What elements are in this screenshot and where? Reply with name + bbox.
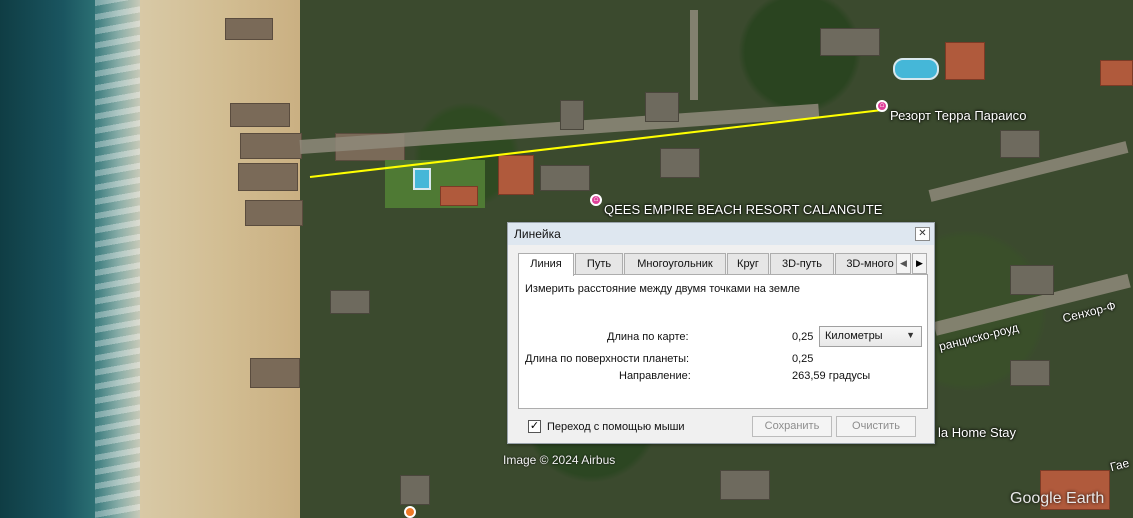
unit-select-value: Километры: [825, 330, 883, 342]
tab-circle[interactable]: Круг: [727, 253, 769, 275]
tab-line[interactable]: Линия: [518, 253, 574, 276]
tab-scroll: ◀ ▶: [896, 253, 928, 274]
clear-button[interactable]: Очистить: [836, 416, 916, 437]
ground-length-label: Длина по поверхности планеты:: [525, 353, 690, 365]
dialog-titlebar[interactable]: Линейка ✕: [508, 223, 934, 245]
imagery-copyright: Image © 2024 Airbus: [503, 453, 616, 467]
line-tab-panel: Измерить расстояние между двумя точками …: [518, 274, 928, 409]
place-label-qees-empire[interactable]: QEES EMPIRE BEACH RESORT CALANGUTE: [604, 202, 882, 217]
hotel-pin-icon[interactable]: ⌂: [590, 194, 602, 206]
map-length-label: Длина по карте:: [607, 331, 689, 343]
ruler-tabs: Линия Путь Многоугольник Круг 3D-путь 3D…: [518, 253, 916, 276]
place-label-home-stay[interactable]: la Home Stay: [938, 425, 1016, 440]
heading-value: 263,59 градусы: [792, 370, 871, 382]
google-earth-logo: Google Earth: [1010, 490, 1105, 507]
ruler-dialog: Линейка ✕ Линия Путь Многоугольник Круг …: [507, 222, 935, 444]
tab-path[interactable]: Путь: [575, 253, 623, 275]
close-icon[interactable]: ✕: [915, 227, 930, 241]
ground-length-value: 0,25: [792, 353, 814, 365]
unit-select[interactable]: Километры ▼: [819, 326, 922, 347]
mouse-navigation-label[interactable]: Переход с помощью мыши: [547, 421, 685, 433]
restaurant-pin-icon[interactable]: [404, 506, 416, 518]
tab-description: Измерить расстояние между двумя точками …: [525, 283, 801, 295]
dialog-title: Линейка: [514, 227, 561, 241]
heading-label: Направление:: [619, 370, 691, 382]
tab-3d-path[interactable]: 3D-путь: [770, 253, 834, 275]
tab-polygon[interactable]: Многоугольник: [624, 253, 726, 275]
mouse-navigation-checkbox[interactable]: ✓: [528, 420, 541, 433]
save-button[interactable]: Сохранить: [752, 416, 832, 437]
place-label-terra-paraiso[interactable]: Резорт Терра Параисо: [890, 108, 1027, 123]
chevron-down-icon: ▼: [906, 330, 915, 340]
chevron-left-icon[interactable]: ◀: [896, 253, 911, 274]
chevron-right-icon[interactable]: ▶: [912, 253, 927, 274]
tab-3d-polygon[interactable]: 3D-много: [835, 253, 905, 275]
hotel-pin-icon[interactable]: ⌂: [876, 100, 888, 112]
map-length-value: 0,25: [792, 331, 814, 343]
